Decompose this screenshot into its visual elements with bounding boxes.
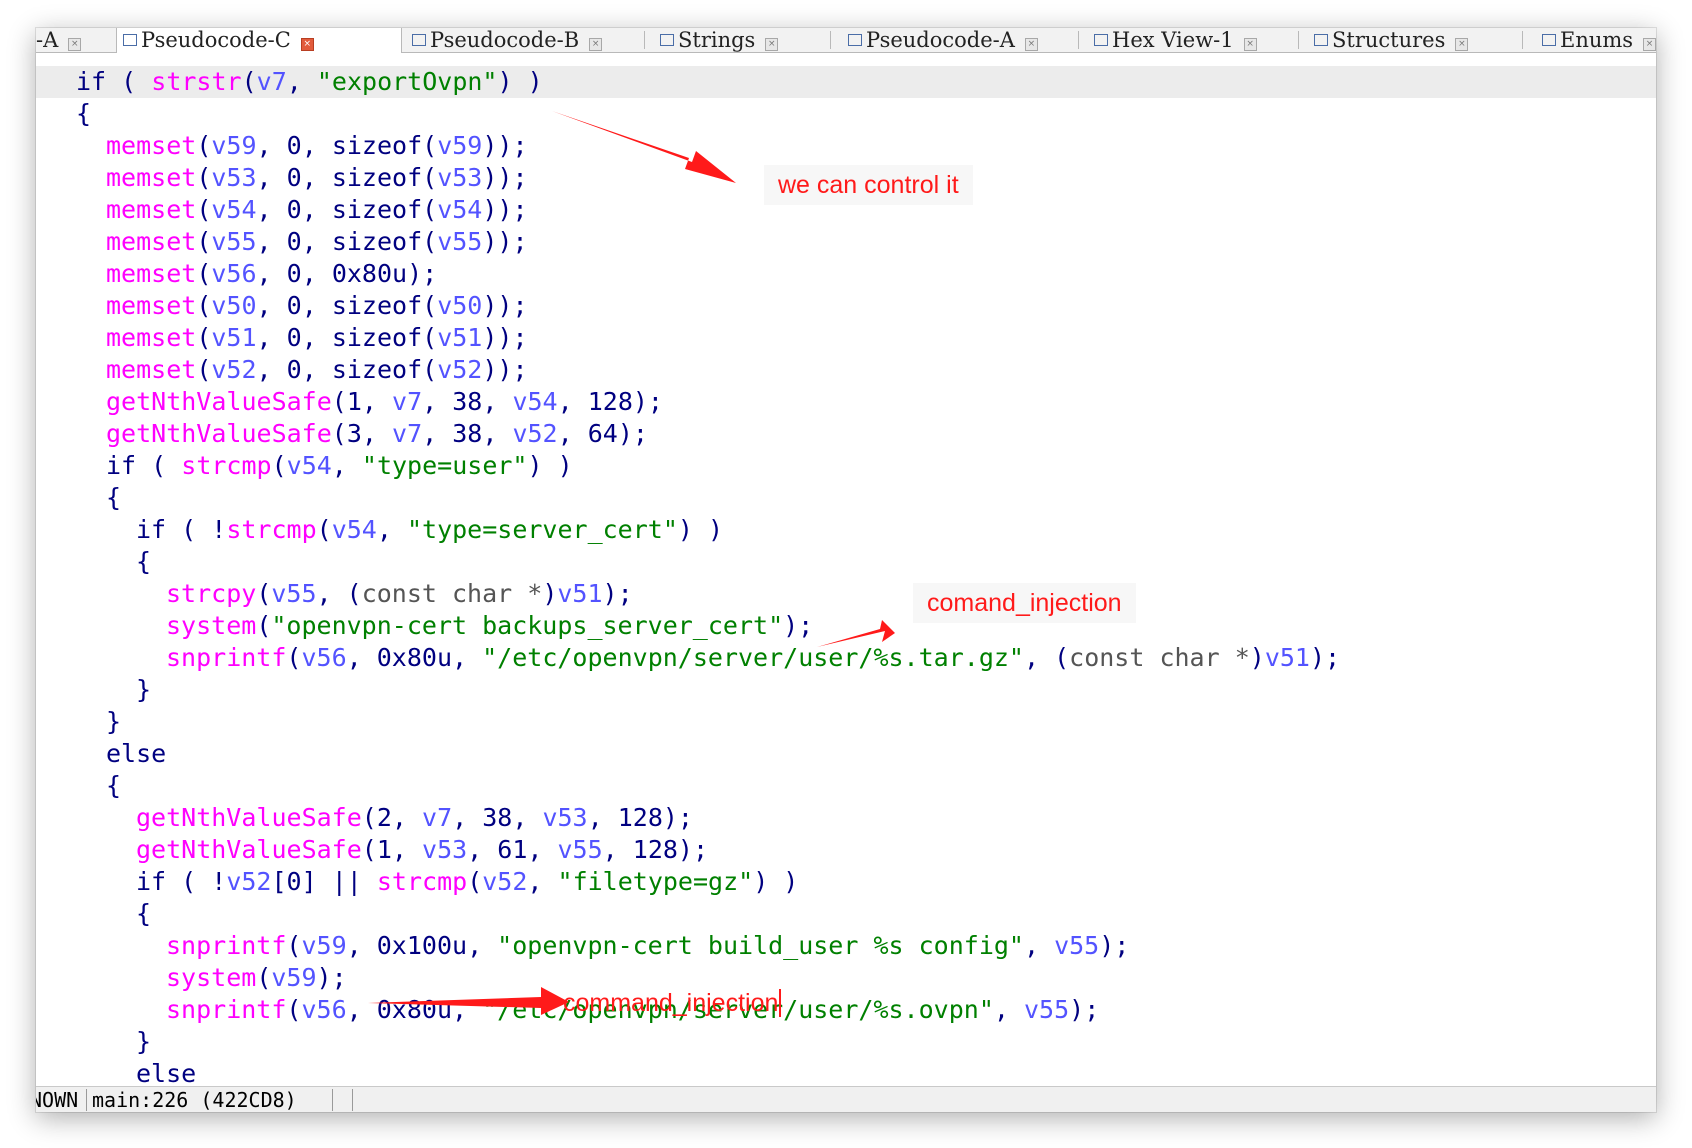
annotation-injection-2-text: command_injection: [563, 989, 779, 1017]
arrow-to-injection-note-2: [368, 987, 569, 1015]
tab-separator: [830, 31, 831, 49]
tab-close-icon[interactable]: ×: [1455, 38, 1469, 51]
status-divider: [332, 1089, 333, 1111]
tab-separator: [644, 31, 645, 49]
status-divider: [86, 1089, 87, 1111]
tab-close-icon[interactable]: ×: [765, 38, 779, 51]
tab-close-icon[interactable]: ×: [589, 38, 603, 51]
annotation-injection-2: command_injection: [563, 988, 782, 1018]
tab-close-icon[interactable]: ×: [1024, 38, 1038, 51]
tab-close-icon[interactable]: ×: [1643, 38, 1656, 51]
tab-separator: [1522, 31, 1523, 49]
hex-view-icon: [1094, 34, 1108, 46]
tab-label: Pseudocode-A: [866, 28, 1015, 52]
tab-pseudocode-b[interactable]: Pseudocode-B ×: [406, 28, 638, 52]
pseudocode-icon: [412, 34, 426, 46]
tab-strings[interactable]: Strings ×: [654, 28, 830, 52]
status-segment-mode: NOWN: [36, 1088, 79, 1112]
tab-pseudocode-a[interactable]: Pseudocode-A ×: [842, 28, 1074, 52]
strings-icon: [660, 34, 674, 46]
pseudocode-icon: [848, 34, 862, 46]
tab-hex-view[interactable]: Hex View-1 ×: [1088, 28, 1296, 52]
arrow-to-control-note: [552, 111, 736, 183]
pseudocode-icon: [123, 34, 137, 46]
tab-close-icon[interactable]: ×: [1243, 38, 1257, 51]
tab-close-icon[interactable]: ×: [300, 38, 314, 51]
ida-pseudocode-window: -A × Pseudocode-C × Pseudocode-B × Strings ×…: [36, 28, 1656, 1112]
tab-label: Pseudocode-C: [141, 28, 291, 52]
tab-view-a[interactable]: -A ×: [36, 28, 108, 52]
tab-separator: [1298, 31, 1299, 49]
tab-pseudocode-c[interactable]: Pseudocode-C ×: [116, 28, 402, 53]
annotation-control: we can control it: [764, 165, 973, 205]
tab-label: -A: [36, 28, 59, 52]
tab-label: Hex View-1: [1112, 28, 1234, 52]
tab-structures[interactable]: Structures ×: [1308, 28, 1518, 52]
tab-bar: -A × Pseudocode-C × Pseudocode-B × Strings ×…: [36, 28, 1656, 53]
structures-icon: [1314, 34, 1328, 46]
status-segment-location: main:226 (422CD8): [92, 1088, 297, 1112]
annotation-injection-1: comand_injection: [913, 583, 1136, 623]
status-bar: NOWN main:226 (422CD8): [36, 1086, 1656, 1112]
arrow-to-injection-note-1: [817, 620, 895, 647]
tab-label: Structures: [1332, 28, 1446, 52]
tab-separator: [1078, 31, 1079, 49]
annotation-arrows: [368, 111, 895, 1015]
pseudocode-view[interactable]: if ( strstr(v7, "exportOvpn") ){memset(v…: [36, 53, 1656, 1111]
enums-icon: [1542, 34, 1556, 46]
tab-label: Pseudocode-B: [430, 28, 580, 52]
status-divider: [352, 1089, 353, 1111]
tab-enums[interactable]: Enums ×: [1536, 28, 1656, 52]
tab-label: Enums: [1560, 28, 1634, 52]
text-caret: [779, 989, 782, 1017]
tab-close-icon[interactable]: ×: [68, 38, 82, 51]
tab-label: Strings: [678, 28, 756, 52]
